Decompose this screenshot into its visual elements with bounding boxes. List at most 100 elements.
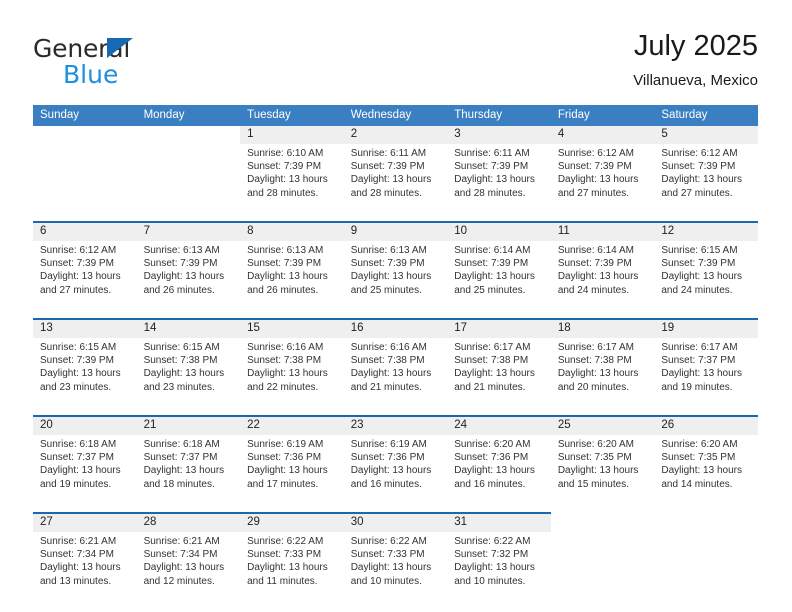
day-number-cell[interactable]: 8 [240, 221, 344, 241]
day-number-cell[interactable]: 27 [33, 512, 137, 532]
day-number: 26 [661, 419, 675, 431]
daylight-line-cont: and 10 minutes. [454, 575, 526, 587]
day-number-cell[interactable]: 4 [550, 126, 655, 144]
sun-times: Sunrise: 6:18 AM Sunset: 7:37 PM Daylight:… [40, 438, 131, 491]
sunrise-line: Sunrise: 6:20 AM [661, 439, 738, 450]
day-number-cell[interactable]: 3 [447, 126, 551, 144]
day-number-cell[interactable]: 1 [240, 126, 344, 144]
sunrise-line: Sunrise: 6:16 AM [247, 342, 324, 353]
daylight-line-cont: and 28 minutes. [454, 187, 526, 199]
sunrise-line: Sunrise: 6:19 AM [350, 439, 427, 450]
day-number-cell[interactable]: 13 [33, 318, 137, 338]
day-number-cell[interactable]: 17 [447, 318, 551, 338]
sunset-line: Sunset: 7:36 PM [350, 452, 425, 464]
day-number-cell[interactable]: 19 [654, 318, 758, 338]
day-number: 8 [247, 225, 254, 237]
day-number-cell[interactable]: 29 [240, 512, 344, 532]
sunset-line: Sunset: 7:36 PM [247, 452, 322, 464]
sun-times: Sunrise: 6:12 AM Sunset: 7:39 PM Daylight:… [661, 147, 752, 200]
sunrise-line: Sunrise: 6:13 AM [247, 245, 324, 256]
sun-times: Sunrise: 6:20 AM Sunset: 7:35 PM Daylight:… [661, 438, 752, 491]
day-number: 24 [454, 419, 468, 431]
day-number-cell[interactable]: 23 [343, 415, 448, 435]
day-number: 2 [350, 128, 358, 140]
week-detail-row: Sunrise: 6:15 AM Sunset: 7:39 PM Daylight:… [33, 338, 758, 416]
day-number-cell[interactable]: 21 [136, 415, 241, 435]
day-info-cell: Sunrise: 6:12 AM Sunset: 7:39 PM Daylight:… [550, 144, 655, 222]
daylight-line: Daylight: 13 hours [350, 271, 432, 283]
weekday-header-saturday: Saturday [654, 105, 758, 126]
day-number-cell[interactable]: 31 [447, 512, 551, 532]
page-title: July 2025 [633, 30, 758, 62]
daylight-line: Daylight: 13 hours [350, 174, 432, 186]
title-block: July 2025 Villanueva, Mexico [633, 28, 758, 92]
daylight-line: Daylight: 13 hours [454, 465, 535, 477]
week-number-row: 1 2 3 4 5 [33, 126, 758, 144]
generalblue-logo[interactable]: General Blue [33, 35, 263, 93]
day-number-cell[interactable]: 6 [33, 221, 137, 241]
daylight-line: Daylight: 13 hours [661, 174, 742, 186]
daylight-line-cont: and 23 minutes. [40, 381, 112, 393]
day-info-cell: Sunrise: 6:14 AM Sunset: 7:39 PM Daylight:… [447, 241, 551, 319]
day-info-cell: Sunrise: 6:17 AM Sunset: 7:37 PM Daylight:… [654, 338, 758, 416]
sunrise-line: Sunrise: 6:11 AM [350, 148, 427, 159]
day-number-cell[interactable]: 26 [654, 415, 758, 435]
day-number-cell[interactable]: 16 [343, 318, 448, 338]
day-number-cell[interactable]: 25 [550, 415, 655, 435]
day-number: 6 [40, 225, 47, 237]
day-number: 22 [247, 419, 260, 431]
daylight-line-cont: and 27 minutes. [557, 187, 629, 199]
day-number-cell[interactable]: 7 [136, 221, 241, 241]
sun-times: Sunrise: 6:21 AM Sunset: 7:34 PM Daylight:… [144, 535, 235, 588]
sunset-line: Sunset: 7:33 PM [350, 549, 425, 561]
day-number-cell[interactable]: 12 [654, 221, 758, 241]
week-detail-row: Sunrise: 6:21 AM Sunset: 7:34 PM Daylight:… [33, 532, 758, 609]
daylight-line: Daylight: 13 hours [247, 465, 328, 477]
day-number-cell[interactable]: 9 [343, 221, 448, 241]
day-number: 31 [454, 516, 468, 528]
day-number-cell[interactable]: 2 [343, 126, 448, 144]
sunset-line: Sunset: 7:39 PM [454, 258, 529, 270]
week-number-row: 13 14 15 16 17 18 19 [33, 318, 758, 338]
day-number-cell[interactable]: 30 [343, 512, 448, 532]
triangle-logo-icon [107, 38, 133, 58]
day-number-cell[interactable]: 11 [550, 221, 655, 241]
day-number-cell[interactable]: 10 [447, 221, 551, 241]
day-number-cell[interactable]: 18 [550, 318, 655, 338]
sun-times: Sunrise: 6:14 AM Sunset: 7:39 PM Daylight:… [454, 244, 545, 297]
day-number: 15 [247, 322, 260, 334]
page-subtitle: Villanueva, Mexico [633, 72, 758, 89]
day-number-cell[interactable]: 14 [136, 318, 241, 338]
page-header: General Blue July 2025 Villanueva, Mexic… [33, 28, 758, 98]
day-info-cell: Sunrise: 6:11 AM Sunset: 7:39 PM Daylight:… [343, 144, 448, 222]
sunset-line: Sunset: 7:36 PM [454, 452, 529, 464]
sunset-line: Sunset: 7:39 PM [454, 161, 529, 173]
daylight-line-cont: and 22 minutes. [247, 381, 319, 393]
week-number-row: 6 7 8 9 10 11 12 [33, 221, 758, 241]
sunset-line: Sunset: 7:37 PM [40, 452, 114, 464]
day-info-cell: Sunrise: 6:16 AM Sunset: 7:38 PM Daylight:… [240, 338, 344, 416]
daylight-line-cont: and 16 minutes. [454, 478, 526, 490]
day-number: 18 [557, 322, 571, 334]
weekday-header-friday: Friday [550, 105, 655, 126]
sunrise-line: Sunrise: 6:18 AM [40, 439, 117, 450]
day-info-cell: Sunrise: 6:19 AM Sunset: 7:36 PM Daylight:… [240, 435, 344, 513]
sunrise-line: Sunrise: 6:17 AM [661, 342, 738, 353]
day-info-cell: Sunrise: 6:18 AM Sunset: 7:37 PM Daylight:… [136, 435, 241, 513]
day-number-cell[interactable]: 28 [136, 512, 241, 532]
day-number: 23 [350, 419, 364, 431]
day-number-cell[interactable]: 20 [33, 415, 137, 435]
sun-times: Sunrise: 6:12 AM Sunset: 7:39 PM Daylight:… [558, 147, 649, 200]
sunset-line: Sunset: 7:34 PM [143, 549, 218, 561]
sun-times: Sunrise: 6:13 AM Sunset: 7:39 PM Daylight:… [247, 244, 338, 297]
day-number-cell[interactable]: 5 [654, 126, 758, 144]
day-number-cell[interactable]: 15 [240, 318, 344, 338]
daylight-line-cont: and 27 minutes. [40, 284, 112, 296]
sunrise-line: Sunrise: 6:20 AM [557, 439, 634, 450]
daylight-line-cont: and 28 minutes. [350, 187, 422, 199]
day-info-empty [550, 532, 655, 609]
daylight-line-cont: and 21 minutes. [454, 381, 526, 393]
day-number-cell[interactable]: 22 [240, 415, 344, 435]
day-info-cell: Sunrise: 6:21 AM Sunset: 7:34 PM Daylight:… [33, 532, 137, 609]
day-number-cell[interactable]: 24 [447, 415, 551, 435]
